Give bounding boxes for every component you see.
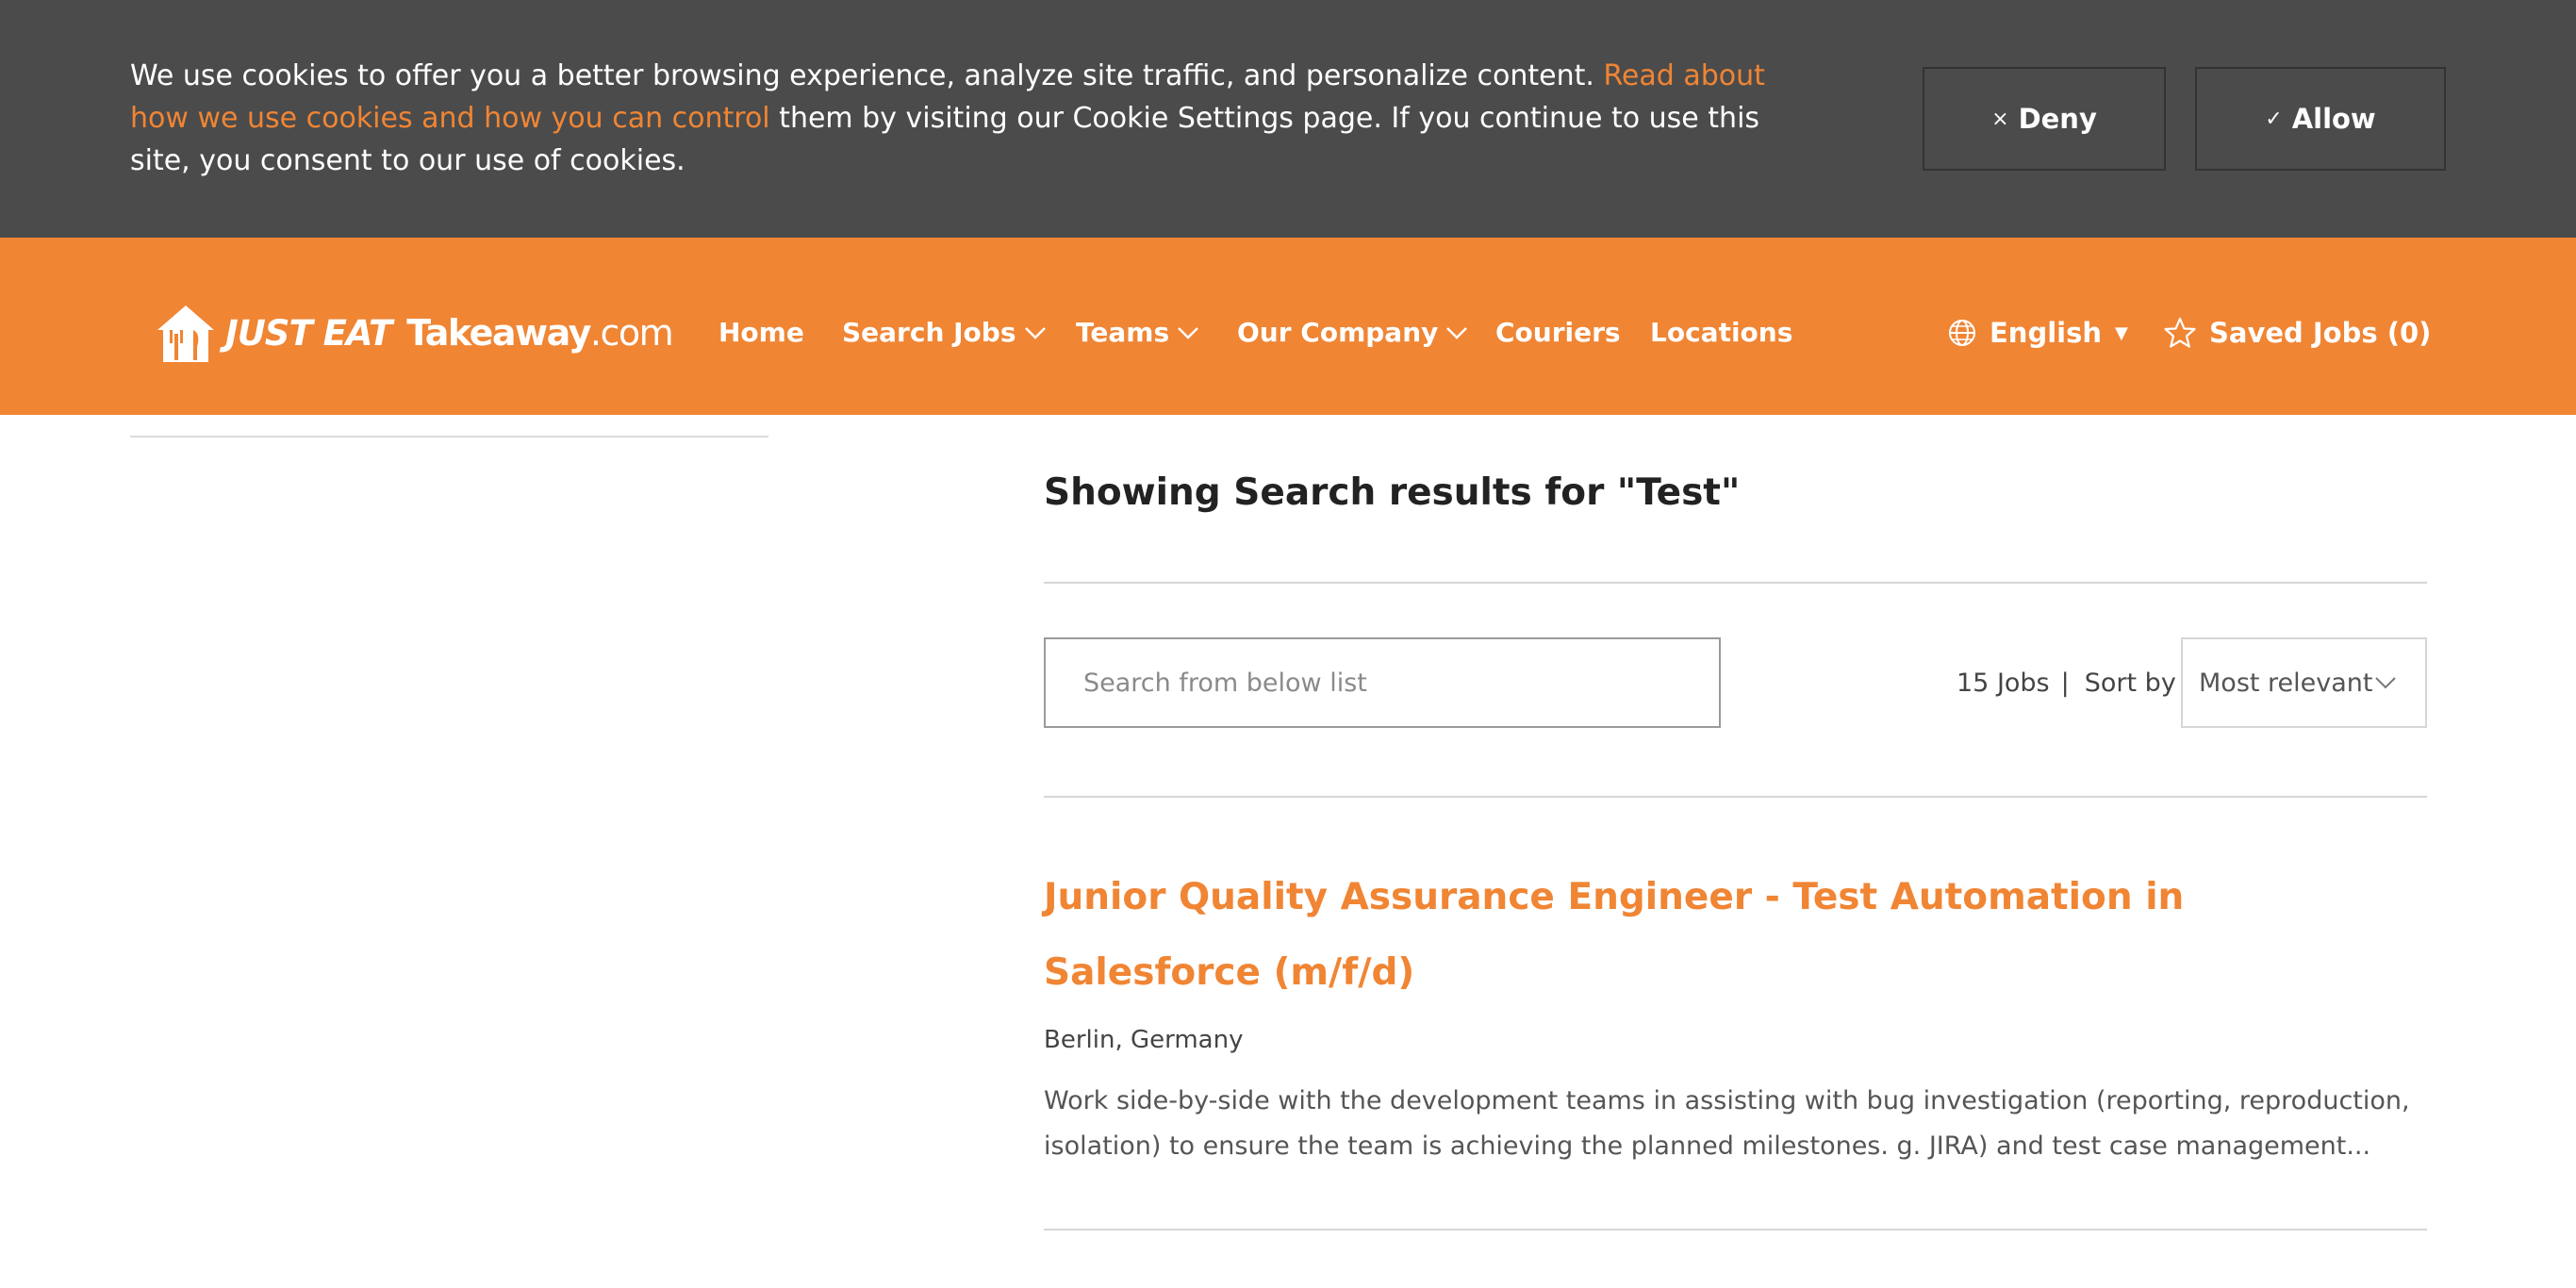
saved-jobs-link[interactable]: Saved Jobs (0) — [2164, 317, 2431, 349]
nav-locations-label: Locations — [1650, 317, 1793, 348]
language-selector[interactable]: English ▼ — [1948, 317, 2128, 349]
nav-our-company-label: Our Company — [1237, 317, 1439, 348]
job-count: 15 Jobs — [1957, 669, 2050, 698]
divider — [1044, 796, 2427, 798]
caret-down-icon: ▼ — [2115, 322, 2128, 343]
chevron-down-icon — [1024, 326, 1046, 339]
nav-home[interactable]: Home — [718, 317, 804, 348]
sort-select[interactable]: Most relevant — [2181, 637, 2427, 728]
cookie-message: We use cookies to offer you a better bro… — [130, 55, 1790, 182]
close-icon: × — [1991, 107, 2009, 131]
nav-teams[interactable]: Teams — [1076, 317, 1199, 348]
logo-takeaway: Takeaway — [406, 312, 591, 354]
chevron-down-icon — [1446, 326, 1468, 339]
logo-just-eat: JUST EAT — [225, 312, 392, 354]
nav-locations[interactable]: Locations — [1650, 317, 1792, 348]
nav-our-company[interactable]: Our Company — [1237, 317, 1468, 348]
deny-cookies-button[interactable]: × Deny — [1923, 67, 2166, 171]
job-description: Work side-by-side with the development t… — [1044, 1086, 2410, 1161]
company-logo[interactable]: JUST EAT Takeaway.com — [156, 302, 674, 364]
deny-label: Deny — [2018, 103, 2097, 135]
allow-label: Allow — [2291, 103, 2376, 135]
divider — [1044, 1229, 2427, 1230]
nav-search-jobs[interactable]: Search Jobs — [842, 317, 1047, 348]
results-meta: 15 Jobs | Sort by — [1957, 669, 2176, 698]
globe-icon — [1949, 320, 1975, 346]
job-title-link[interactable]: Junior Quality Assurance Engineer - Test… — [1044, 860, 2383, 1011]
check-icon: ✓ — [2265, 107, 2283, 131]
nav-couriers[interactable]: Couriers — [1495, 317, 1621, 348]
allow-cookies-button[interactable]: ✓ Allow — [2195, 67, 2446, 171]
sidebar-divider — [130, 436, 768, 438]
house-fork-knife-icon — [157, 305, 214, 362]
star-outline-icon — [2164, 317, 2196, 348]
saved-jobs-label: Saved Jobs (0) — [2209, 317, 2432, 349]
nav-couriers-label: Couriers — [1495, 317, 1621, 348]
nav-search-jobs-label: Search Jobs — [842, 317, 1016, 348]
nav-teams-label: Teams — [1076, 317, 1170, 348]
sort-by-label: Sort by — [2084, 669, 2176, 698]
language-label: English — [1990, 317, 2103, 349]
site-header: JUST EAT Takeaway.com Home Search Jobs T… — [0, 238, 2576, 415]
cookie-banner: We use cookies to offer you a better bro… — [0, 0, 2576, 238]
nav-home-label: Home — [718, 317, 804, 348]
search-input[interactable] — [1044, 637, 1721, 728]
chevron-down-icon — [2375, 677, 2396, 689]
divider — [1044, 582, 2427, 584]
separator: | — [2060, 669, 2070, 698]
results-heading: Showing Search results for "Test" — [1044, 471, 1741, 514]
cookie-message-text: We use cookies to offer you a better bro… — [130, 59, 1604, 92]
chevron-down-icon — [1178, 326, 1198, 339]
job-location: Berlin, Germany — [1044, 1026, 1244, 1054]
logo-dotcom: .com — [589, 312, 674, 354]
sort-selected-value: Most relevant — [2199, 668, 2373, 698]
